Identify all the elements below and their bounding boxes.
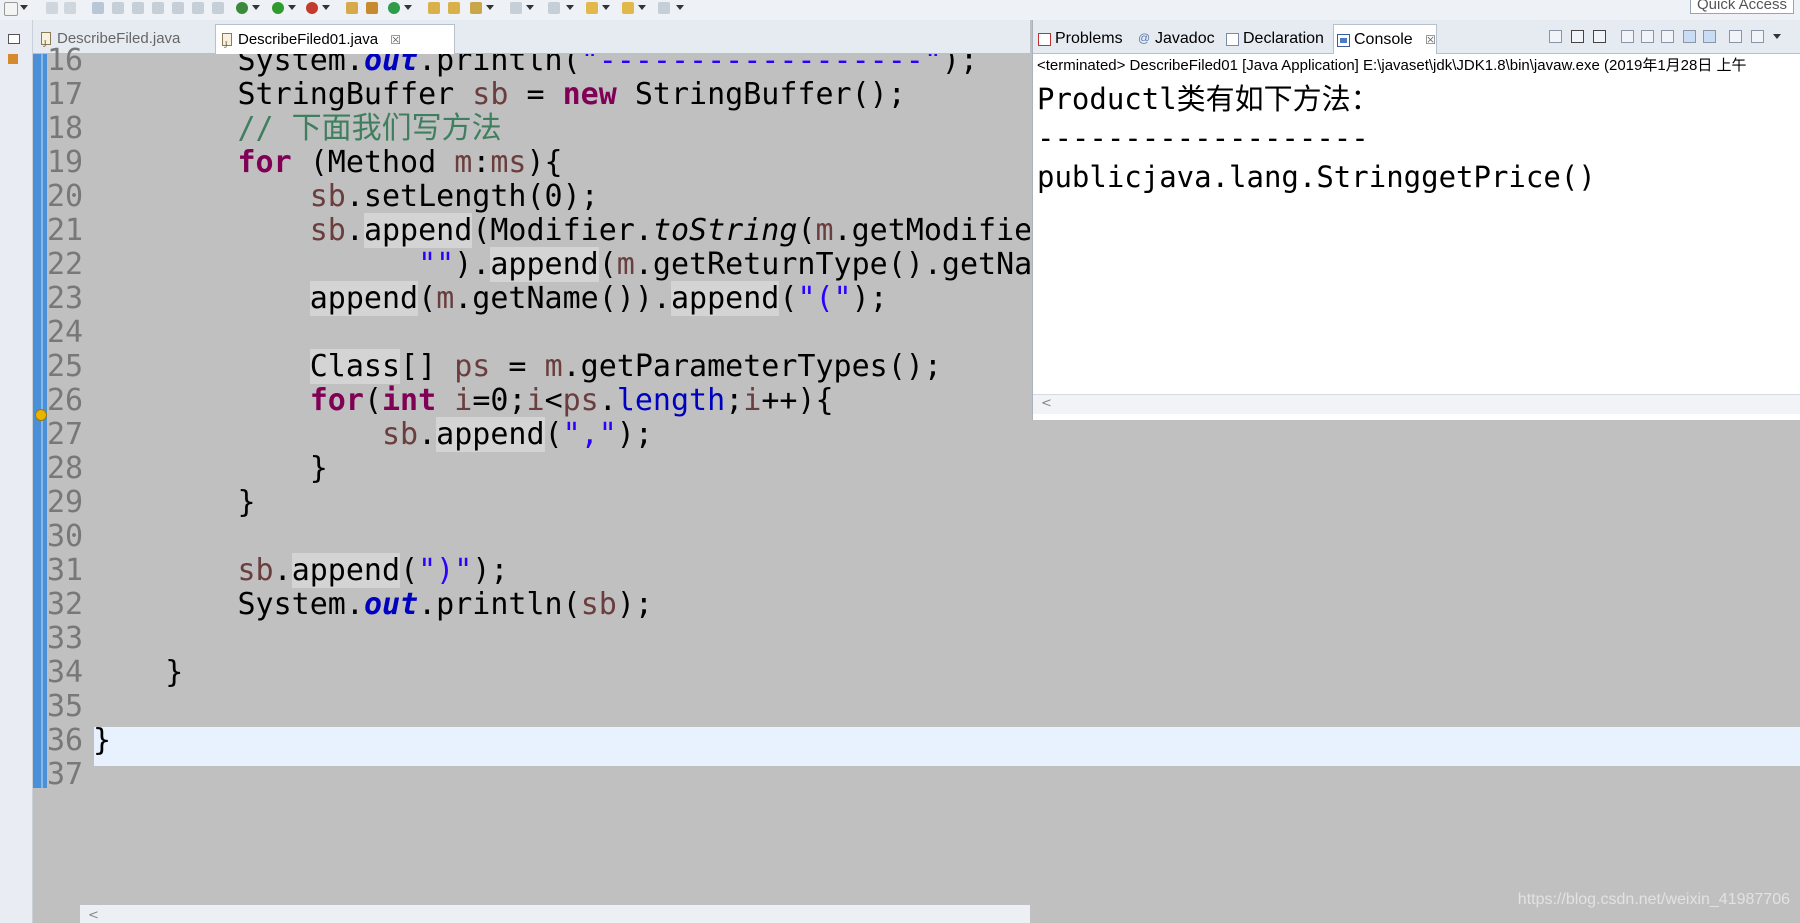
tab-console[interactable]: Console ☒	[1333, 24, 1437, 54]
save-icon[interactable]	[46, 2, 58, 14]
edit-icon[interactable]	[132, 2, 144, 14]
chevron-down-icon[interactable]	[602, 5, 610, 10]
line-number: 37	[47, 757, 84, 792]
run-icon[interactable]	[272, 2, 284, 14]
warning-icon[interactable]	[35, 409, 47, 421]
search-tool-icon[interactable]	[470, 2, 482, 14]
tab-javadoc[interactable]: @ Javadoc	[1135, 24, 1221, 54]
code-editor[interactable]: 16 17 18 19 20 21 22 23 24 25 26 27 28 2…	[33, 43, 1800, 907]
tab-problems[interactable]: Problems	[1035, 24, 1129, 54]
console-line: publicjava.lang.StringgetPrice()	[1037, 160, 1596, 194]
chevron-down-icon[interactable]	[566, 5, 574, 10]
chevron-down-icon[interactable]	[404, 5, 412, 10]
chevron-down-icon[interactable]	[20, 5, 28, 10]
chevron-left-icon[interactable]: <	[88, 908, 99, 923]
show-on-stdout-icon[interactable]	[1683, 30, 1696, 43]
code-line[interactable]: }	[93, 483, 255, 522]
external-tools-icon[interactable]	[306, 2, 318, 14]
code-line[interactable]: }	[93, 653, 183, 692]
chevron-down-icon[interactable]	[1773, 34, 1781, 39]
open-task-icon[interactable]	[448, 2, 460, 14]
tab-label: Javadoc	[1155, 30, 1215, 47]
tab-label: Console	[1354, 31, 1413, 48]
new-java-project-icon[interactable]	[346, 2, 358, 14]
save-all-icon[interactable]	[64, 2, 76, 14]
chevron-down-icon[interactable]	[288, 5, 296, 10]
code-area[interactable]: System.out.println("------------------")…	[93, 54, 1030, 907]
display-console-icon[interactable]	[1751, 30, 1764, 43]
close-icon[interactable]: ☒	[1425, 33, 1436, 47]
change-ruler	[33, 54, 47, 788]
code-line[interactable]: System.out.println(sb);	[93, 585, 652, 624]
console-process-status: <terminated> DescribeFiled01 [Java Appli…	[1037, 57, 1747, 74]
console-horizontal-scrollbar[interactable]: <	[1033, 394, 1800, 414]
watermark-text: https://blog.csdn.net/weixin_41987706	[1517, 891, 1790, 908]
forward-icon[interactable]	[622, 2, 634, 14]
javadoc-icon: @	[1138, 31, 1151, 45]
quick-access-field[interactable]: Quick Access	[1690, 0, 1794, 14]
new-file-icon[interactable]	[4, 2, 18, 16]
paste-icon[interactable]	[192, 2, 204, 14]
chevron-down-icon[interactable]	[526, 5, 534, 10]
search-icon[interactable]	[92, 2, 104, 14]
code-line[interactable]: append(m.getName()).append("(");	[93, 279, 888, 318]
console-line: Productl类有如下方法：	[1037, 82, 1380, 116]
toggle-mark-icon[interactable]	[112, 2, 124, 14]
editor-horizontal-scrollbar[interactable]: <	[80, 905, 1030, 923]
left-trim-stack	[0, 20, 33, 923]
scroll-lock-icon[interactable]	[1641, 30, 1654, 43]
annotation-icon[interactable]	[510, 2, 522, 14]
clear-console-icon[interactable]	[1621, 30, 1634, 43]
console-icon	[1337, 34, 1350, 47]
chevron-down-icon[interactable]	[486, 5, 494, 10]
restore-icon[interactable]	[8, 34, 20, 44]
main-toolbar: Quick Access	[0, 0, 1800, 20]
tab-label: Declaration	[1243, 30, 1324, 47]
link-icon[interactable]	[152, 2, 164, 14]
editor-tab-bar: DescribeFiled.java DescribeFiled01.java …	[33, 20, 1030, 60]
chevron-down-icon[interactable]	[638, 5, 646, 10]
word-wrap-icon[interactable]	[1661, 30, 1674, 43]
pin-console-icon[interactable]	[1729, 30, 1742, 43]
java-file-icon	[222, 30, 232, 60]
new-package-icon[interactable]	[366, 2, 378, 14]
back-icon[interactable]	[586, 2, 598, 14]
new-class-icon[interactable]	[388, 2, 400, 14]
remove-all-icon[interactable]	[1593, 30, 1606, 43]
chevron-down-icon[interactable]	[252, 5, 260, 10]
view-tab-bar: Problems @ Javadoc Declaration Console ☒	[1033, 20, 1800, 54]
next-annotation-icon[interactable]	[548, 2, 560, 14]
copy-icon[interactable]	[172, 2, 184, 14]
terminate-icon[interactable]	[1549, 30, 1562, 43]
chevron-down-icon[interactable]	[676, 5, 684, 10]
tab-declaration[interactable]: Declaration	[1223, 24, 1331, 54]
chevron-down-icon[interactable]	[322, 5, 330, 10]
tab-describefiled01-java[interactable]: DescribeFiled01.java ☒	[215, 24, 455, 60]
chevron-left-icon[interactable]: <	[1041, 396, 1052, 411]
tab-label: Problems	[1055, 30, 1123, 47]
tab-label: DescribeFiled01.java	[238, 31, 379, 48]
console-output[interactable]: Productl类有如下方法： ------------------- publ…	[1037, 80, 1797, 400]
debug-icon[interactable]	[236, 2, 248, 14]
open-type-icon[interactable]	[428, 2, 440, 14]
last-edit-icon[interactable]	[658, 2, 670, 14]
show-on-stderr-icon[interactable]	[1703, 30, 1716, 43]
declaration-icon	[1226, 33, 1239, 46]
properties-icon[interactable]	[212, 2, 224, 14]
problems-icon	[1038, 33, 1051, 46]
console-view: Problems @ Javadoc Declaration Console ☒…	[1032, 20, 1800, 420]
close-icon[interactable]: ☒	[390, 33, 401, 47]
console-line: -------------------	[1037, 121, 1369, 155]
remove-launch-icon[interactable]	[1571, 30, 1584, 43]
code-line[interactable]: }	[93, 721, 111, 760]
package-explorer-icon[interactable]	[8, 54, 18, 64]
